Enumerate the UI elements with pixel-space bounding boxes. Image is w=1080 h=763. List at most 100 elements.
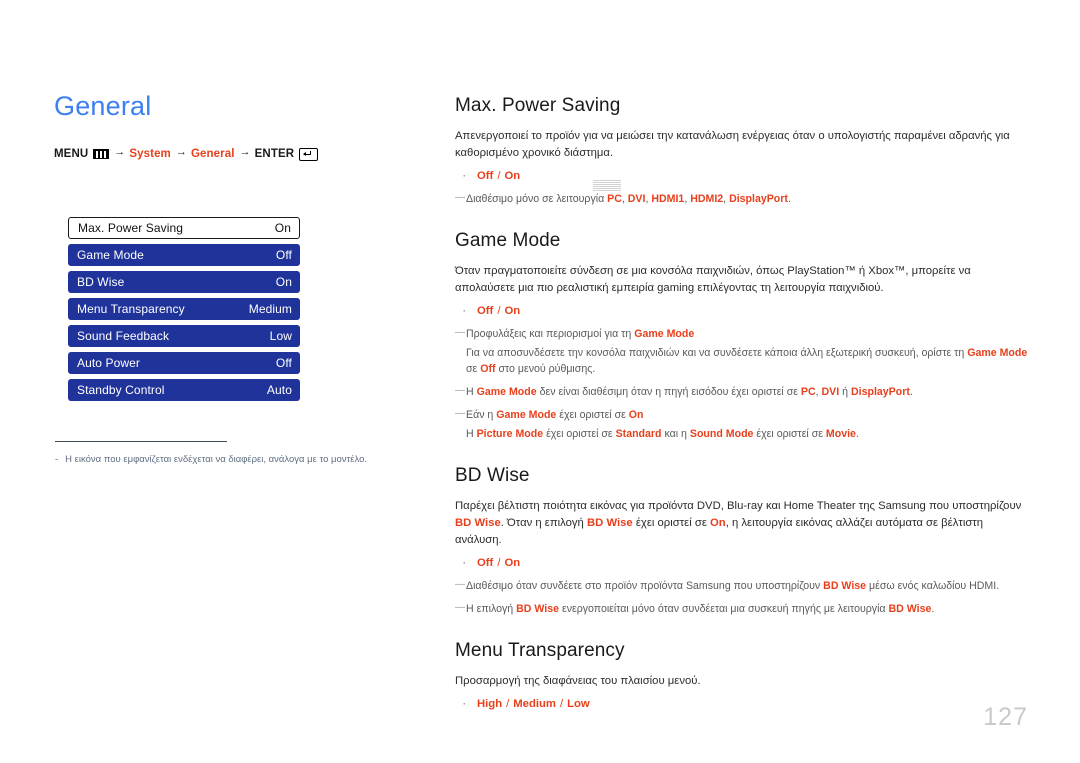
note-text: ενεργοποιείται μόνο όταν συνδέεται μια σ…: [559, 603, 889, 616]
note-text: Η επιλογή: [466, 603, 517, 616]
bullet-icon: ·: [463, 558, 466, 569]
option-list: · Off / On: [455, 303, 1030, 320]
osd-row-bd-wise[interactable]: BD Wise On: [68, 271, 300, 293]
option-separator: /: [497, 305, 501, 318]
osd-row-value: On: [274, 221, 291, 235]
osd-row-label: Sound Feedback: [77, 329, 170, 343]
note-body: Προφυλάξεις και περιορισμοί για τη Game …: [466, 327, 1030, 343]
option-on[interactable]: On: [504, 557, 520, 569]
option-list-values: Off / On: [477, 303, 520, 320]
osd-row-value: Low: [269, 329, 292, 343]
osd-row-label: Game Mode: [77, 248, 144, 262]
scan-artifact-block: [593, 180, 621, 191]
note-text: Διαθέσιμο όταν συνδέετε στο προϊόν προϊό…: [466, 580, 824, 593]
breadcrumb-step-system: System: [129, 148, 171, 161]
option-off[interactable]: Off: [477, 557, 493, 569]
body-text: . Όταν η επιλογή: [500, 516, 587, 529]
note-dash: —: [455, 579, 465, 591]
note-dash: —: [455, 407, 465, 419]
note-text: έχει οριστεί σε: [543, 427, 616, 440]
section-title: Menu Transparency: [455, 639, 625, 661]
left-column: General MENU → System → General → ENTER: [54, 91, 414, 161]
term-game-mode: Game Mode: [476, 386, 537, 399]
note-body: Εάν η Game Mode έχει οριστεί σε On: [466, 408, 1030, 424]
section-title: Max. Power Saving: [455, 95, 621, 116]
note-period: .: [787, 193, 791, 206]
option-medium[interactable]: Medium: [513, 698, 556, 710]
osd-row-label: Max. Power Saving: [78, 221, 184, 235]
section-menu-transparency: Menu Transparency Προσαρμογή της διαφάνε…: [455, 640, 1030, 713]
footnote-text-row: - Η εικόνα που εμφανίζεται ενδέχεται να …: [55, 453, 405, 466]
footnote-divider: [55, 441, 227, 442]
note-text: Η: [466, 386, 477, 399]
note-text: Εάν η: [466, 408, 497, 421]
osd-row-value: Off: [275, 248, 292, 262]
option-off[interactable]: Off: [477, 170, 493, 182]
note-text: και η: [661, 427, 690, 440]
option-high[interactable]: High: [477, 698, 502, 710]
option-low[interactable]: Low: [567, 698, 590, 710]
footnote-dash: -: [55, 454, 59, 465]
term-bd-wise: BD Wise: [823, 580, 867, 593]
section-body: Παρέχει βέλτιστη ποιότητα εικόνας για πρ…: [455, 498, 1030, 549]
term-game-mode: Game Mode: [967, 347, 1028, 360]
term-dvi: DVI: [627, 193, 646, 206]
note-body: Η Game Mode δεν είναι διαθέσιμη όταν η π…: [466, 385, 1030, 401]
option-list: · High / Medium / Low: [455, 696, 1030, 713]
osd-row-label: Standby Control: [77, 383, 165, 397]
section-game-mode: Game Mode Όταν πραγματοποιείτε σύνδεση σ…: [455, 230, 1030, 443]
note-text: Προφυλάξεις και περιορισμοί για τη: [466, 328, 635, 341]
note-text: σε: [466, 363, 481, 376]
option-separator: /: [506, 698, 510, 711]
term-standard: Standard: [615, 427, 662, 440]
note-text: Διαθέσιμο μόνο σε λειτουργία: [466, 193, 608, 206]
note-text: Για να αποσυνδέσετε την κονσόλα παιχνιδι…: [466, 347, 968, 360]
breadcrumb-menu-label: MENU: [54, 148, 89, 161]
section-body: Απενεργοποιεί το προϊόν για να μειώσει τ…: [455, 130, 1010, 160]
enter-return-icon: [299, 147, 319, 161]
option-separator: /: [497, 170, 501, 183]
breadcrumb-arrow-1: →: [114, 146, 126, 159]
osd-row-sound-feedback[interactable]: Sound Feedback Low: [68, 325, 300, 347]
term-picture-mode: Picture Mode: [476, 427, 544, 440]
breadcrumb-arrow-2: →: [175, 146, 187, 159]
body-text: Παρέχει βέλτιστη ποιότητα εικόνας για πρ…: [455, 499, 1022, 512]
footnote-text: Η εικόνα που εμφανίζεται ενδέχεται να δι…: [65, 454, 368, 465]
note-dash: —: [455, 602, 465, 614]
osd-row-auto-power[interactable]: Auto Power Off: [68, 352, 300, 374]
term-pc: PC: [800, 386, 816, 399]
term-displayport: DisplayPort: [729, 193, 788, 206]
term-bd-wise: BD Wise: [586, 516, 633, 529]
note-game-mode-cautions: — Προφυλάξεις και περιορισμοί για τη Gam…: [455, 327, 1030, 343]
osd-row-label: Menu Transparency: [77, 302, 185, 316]
note-bd-wise-source: — Η επιλογή BD Wise ενεργοποιείται μόνο …: [455, 602, 1030, 618]
osd-row-value: Auto: [266, 383, 292, 397]
osd-row-standby-control[interactable]: Standby Control Auto: [68, 379, 300, 401]
osd-row-menu-transparency[interactable]: Menu Transparency Medium: [68, 298, 300, 320]
menu-bars-icon: [93, 149, 110, 160]
osd-row-game-mode[interactable]: Game Mode Off: [68, 244, 300, 266]
note-bd-wise-hdmi: — Διαθέσιμο όταν συνδέετε στο προϊόν προ…: [455, 579, 1030, 595]
term-bd-wise: BD Wise: [455, 516, 501, 529]
note-text: ή: [839, 386, 851, 399]
note-text: Η: [466, 427, 477, 440]
breadcrumb: MENU → System → General → ENTER: [54, 146, 414, 161]
bullet-icon: ·: [463, 171, 466, 182]
note-text: μέσω ενός καλωδίου HDMI.: [866, 580, 1000, 593]
option-on[interactable]: On: [504, 305, 520, 317]
term-dvi: DVI: [821, 386, 840, 399]
option-off[interactable]: Off: [477, 305, 493, 317]
option-list-values: High / Medium / Low: [477, 696, 590, 713]
breadcrumb-step-general: General: [191, 148, 235, 161]
osd-row-value: Off: [275, 356, 292, 370]
note-dash: —: [455, 192, 465, 204]
osd-row-value: Medium: [248, 302, 292, 316]
term-pc: PC: [607, 193, 622, 206]
osd-row-max-power-saving[interactable]: Max. Power Saving On: [68, 217, 300, 239]
term-bd-wise: BD Wise: [888, 603, 932, 616]
note-body: Διαθέσιμο μόνο σε λειτουργία PC, DVI, HD…: [466, 192, 1030, 208]
left-footnote: - Η εικόνα που εμφανίζεται ενδέχεται να …: [55, 441, 405, 466]
bullet-icon: ·: [463, 699, 466, 710]
note-dash: —: [455, 385, 465, 397]
option-on[interactable]: On: [504, 170, 520, 182]
